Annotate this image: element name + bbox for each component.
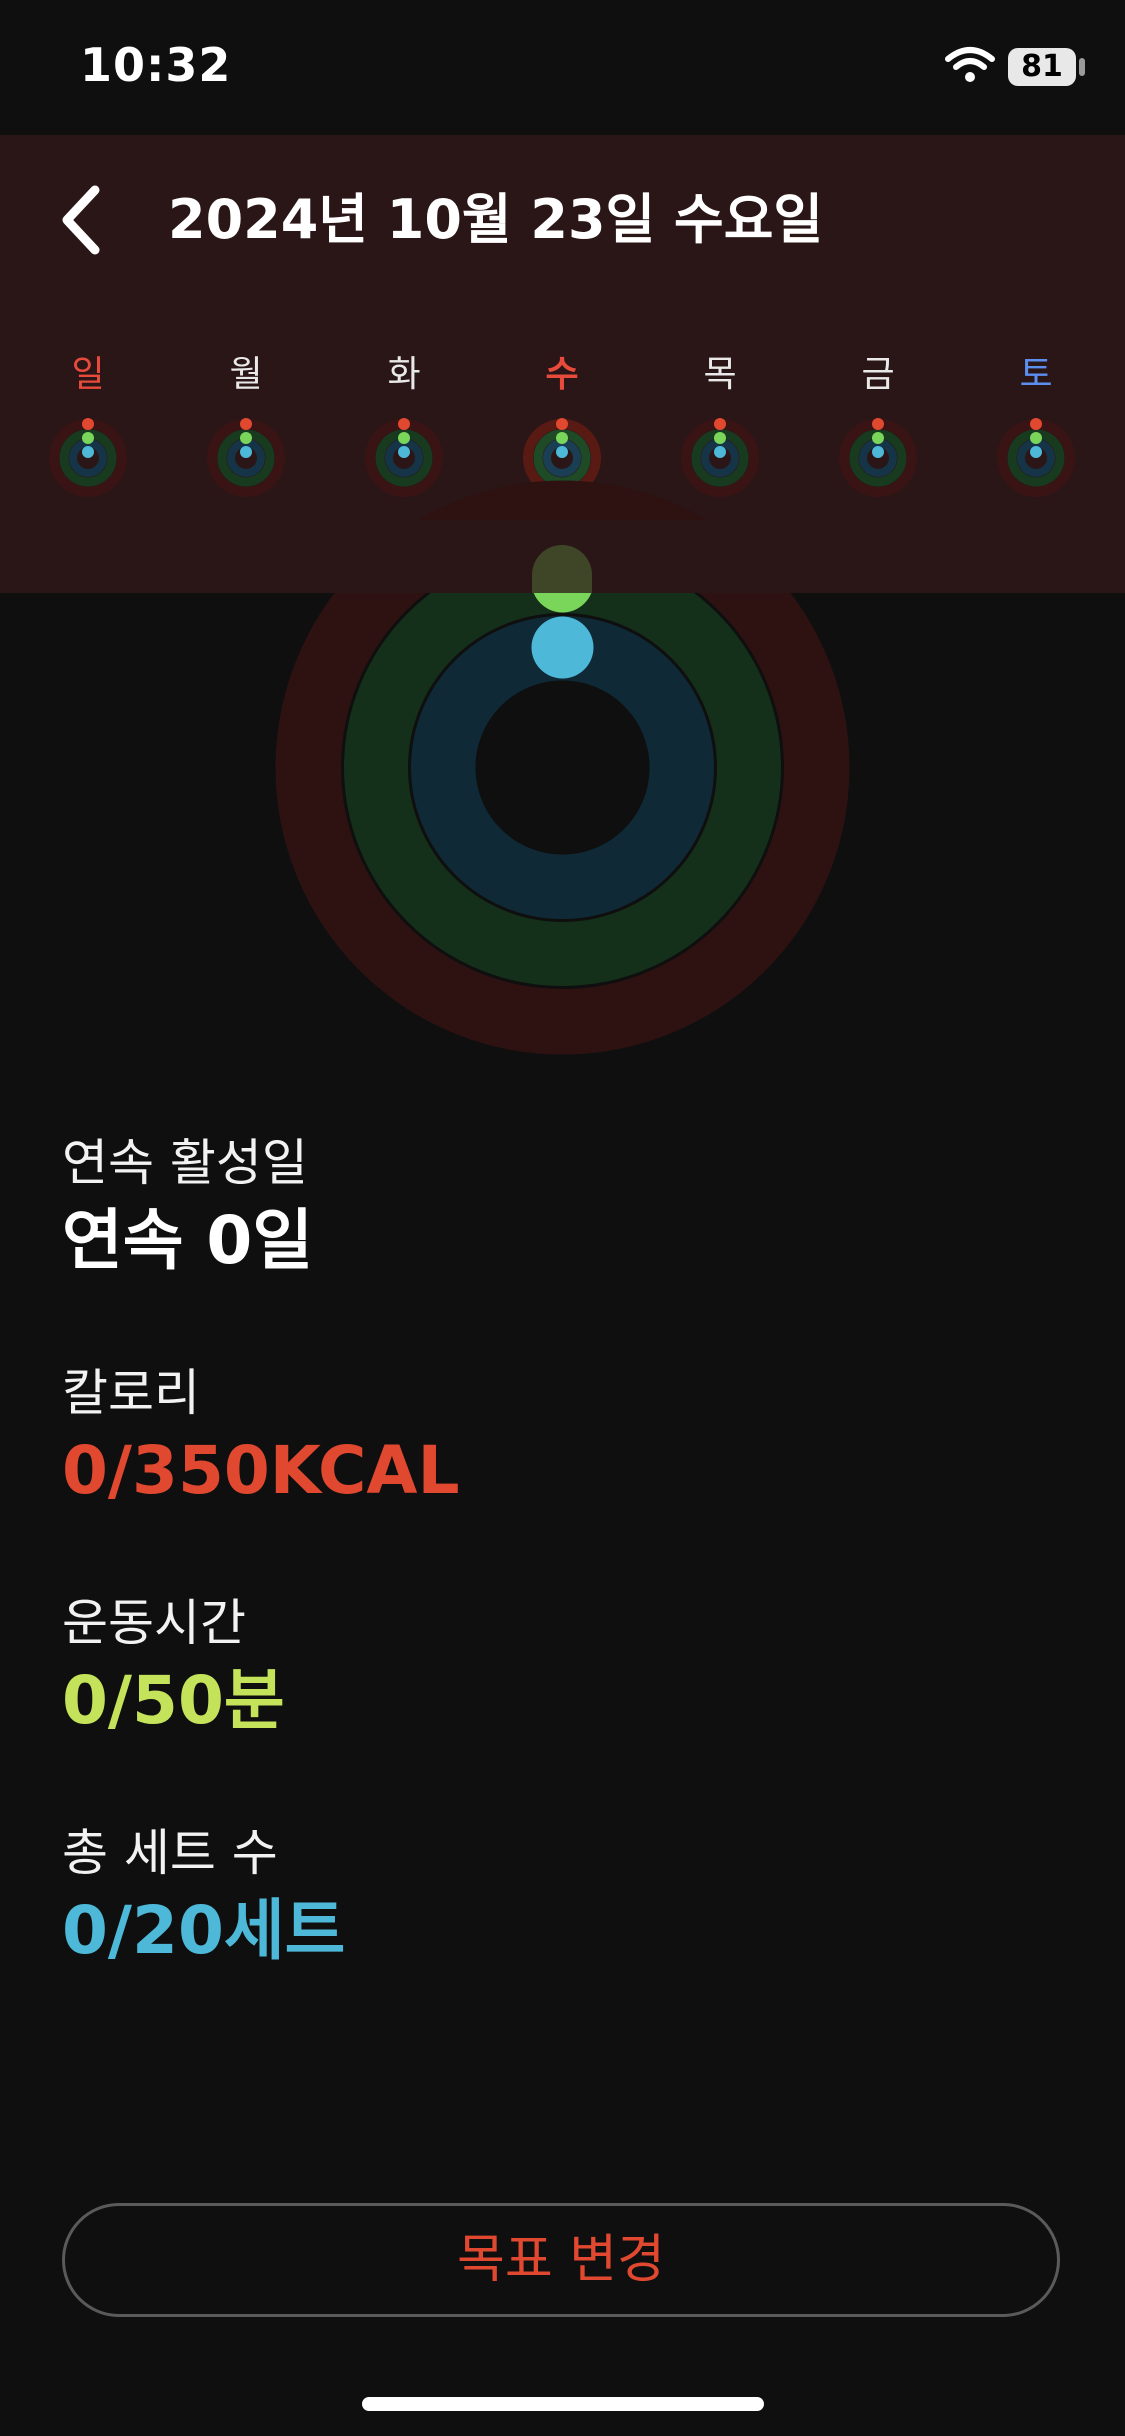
day-label: 금 [861, 354, 895, 395]
page-title: 2024년 10월 23일 수요일 [168, 188, 824, 251]
battery-tip [1079, 58, 1085, 76]
day-label: 목 [703, 354, 737, 395]
total-sets-section: 총 세트 수 0/20세트 [62, 1818, 345, 1974]
mini-ring-dots [1030, 418, 1042, 462]
streak-label: 연속 활성일 [62, 1134, 308, 1192]
status-time: 10:32 [80, 38, 232, 92]
day-label: 월 [229, 354, 263, 395]
streak-value: 연속 0일 [62, 1202, 314, 1279]
total-sets-value: 0/20세트 [62, 1892, 346, 1969]
mini-ring-dots [398, 418, 410, 462]
status-bar: 10:32 81 [0, 0, 1125, 135]
calories-label: 칼로리 [62, 1364, 200, 1422]
exercise-time-label: 운동시간 [62, 1594, 246, 1652]
day-label: 토 [1019, 354, 1053, 395]
home-indicator[interactable] [362, 2397, 764, 2411]
day-label: 수 [545, 354, 579, 395]
total-sets-label: 총 세트 수 [62, 1824, 278, 1882]
change-goal-button[interactable]: 목표 변경 [62, 2203, 1060, 2317]
day-label: 일 [71, 354, 105, 395]
mini-ring-dots [82, 418, 94, 462]
mini-ring-dots [556, 418, 568, 462]
calories-value: 0/350KCAL [62, 1432, 460, 1509]
day-saturday[interactable]: 토 [986, 350, 1086, 520]
mini-ring-dots [240, 418, 252, 462]
day-sunday[interactable]: 일 [38, 350, 138, 520]
sets-ring-start-cap [531, 616, 594, 679]
calories-section: 칼로리 0/350KCAL [62, 1358, 460, 1514]
streak-section: 연속 활성일 연속 0일 [62, 1128, 313, 1284]
exercise-time-section: 운동시간 0/50분 [62, 1588, 285, 1744]
wifi-icon [945, 47, 995, 82]
battery-indicator: 81 [1008, 48, 1076, 86]
day-label: 화 [387, 354, 421, 395]
mini-ring-dots [714, 418, 726, 462]
back-button[interactable] [55, 180, 115, 260]
exercise-time-value: 0/50분 [62, 1662, 285, 1739]
mini-ring-dots [872, 418, 884, 462]
